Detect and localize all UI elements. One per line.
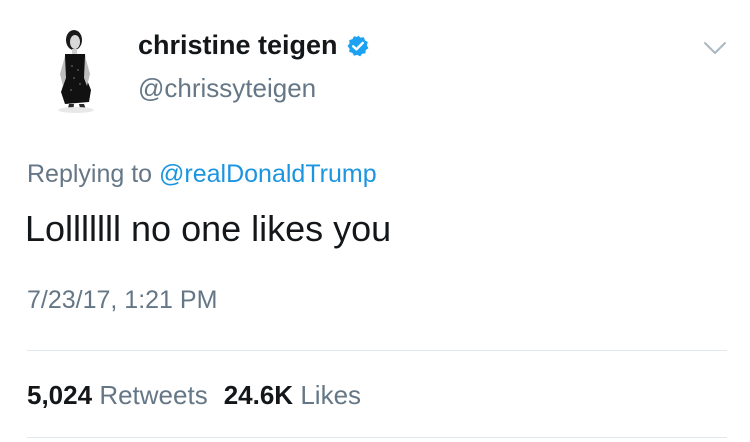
likes-label[interactable]: Likes xyxy=(300,380,361,410)
tweet-timestamp[interactable]: 7/23/17, 1:21 PM xyxy=(27,286,217,315)
retweets-label[interactable]: Retweets xyxy=(99,380,207,410)
author-name-text: christine teigen xyxy=(138,30,338,60)
profile-photo-icon xyxy=(27,18,125,116)
tweet-text: Lolllllll no one likes you xyxy=(25,208,392,249)
chevron-down-icon[interactable] xyxy=(703,40,727,56)
divider xyxy=(27,350,727,351)
replying-to: Replying to @realDonaldTrump xyxy=(27,160,377,189)
divider xyxy=(27,437,727,438)
author-name[interactable]: christine teigen xyxy=(138,30,370,61)
avatar[interactable] xyxy=(27,18,125,116)
reply-mention-link[interactable]: @realDonaldTrump xyxy=(159,160,377,188)
author-handle[interactable]: @chrissyteigen xyxy=(138,73,316,104)
verified-badge-icon xyxy=(347,35,368,56)
tweet-stats: 5,024 Retweets 24.6K Likes xyxy=(27,380,361,411)
replying-to-label: Replying to xyxy=(27,160,153,188)
retweets-count[interactable]: 5,024 xyxy=(27,380,92,410)
likes-count[interactable]: 24.6K xyxy=(224,380,293,410)
